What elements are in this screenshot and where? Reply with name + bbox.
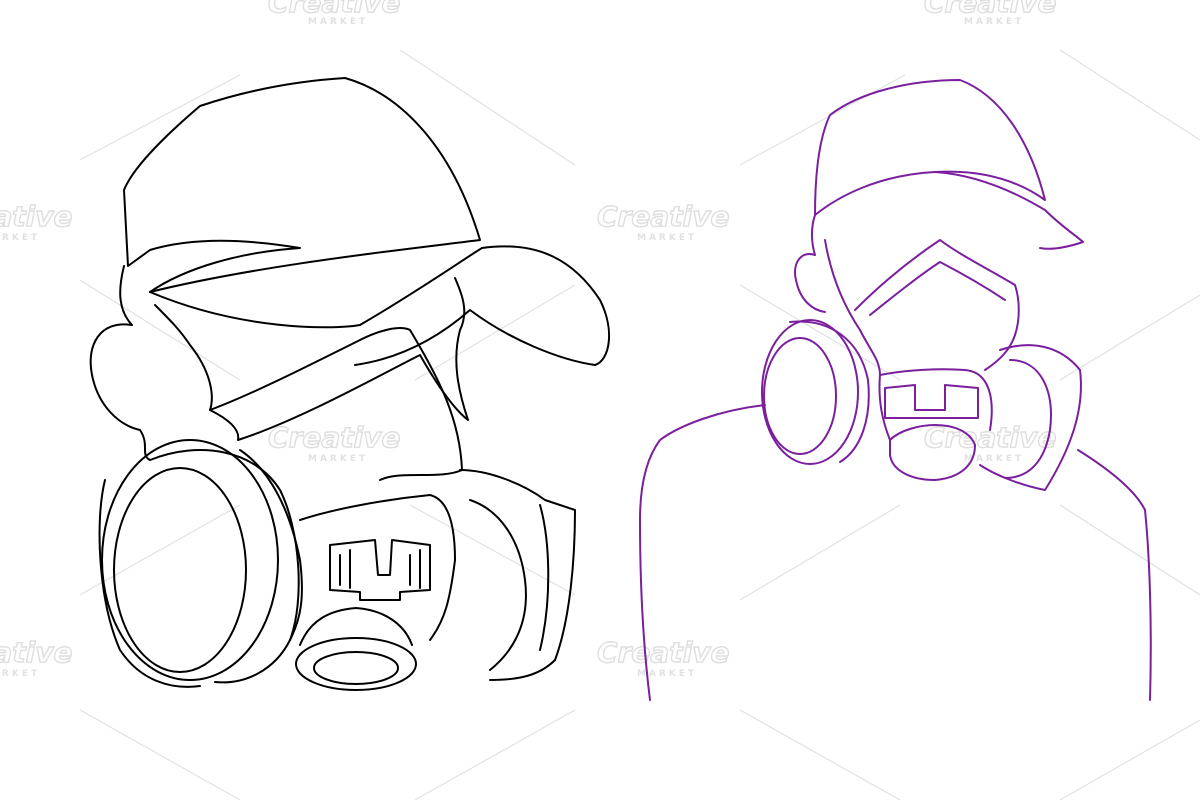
left-filter-outer [101, 439, 279, 681]
goggle [854, 239, 1020, 336]
watermark-line [399, 49, 576, 166]
watermark-brand: Creative [597, 636, 729, 669]
valve-top [329, 539, 431, 601]
right-shoulder [1077, 449, 1152, 701]
valve-bottom-inner [313, 651, 399, 685]
watermark-line [739, 504, 901, 601]
valve-top [884, 384, 979, 419]
watermark-line [414, 709, 576, 800]
watermark-logo: Creative MARKET [0, 199, 73, 243]
watermark-sub: MARKET [964, 17, 1024, 27]
watermark-logo: Creative MARKET [267, 0, 401, 27]
cap-crown [123, 77, 481, 293]
head-side [89, 265, 151, 461]
watermark-logos: Creative MARKET Creative MARKET Creative… [0, 0, 1057, 679]
watermark-line [1059, 504, 1200, 596]
watermark-brand: Creative [597, 200, 729, 233]
watermark-sub: MARKET [308, 454, 368, 464]
image-canvas: Creative MARKET Creative MARKET Creative… [0, 0, 1200, 800]
left-filter-back [789, 320, 870, 463]
cap-crown [814, 79, 1046, 216]
watermark-line [79, 709, 241, 800]
valve-bottom-outer [295, 637, 417, 691]
illustration-svg: Creative MARKET Creative MARKET Creative… [0, 0, 1200, 800]
watermark-line [409, 504, 576, 596]
watermark-line [1059, 294, 1200, 381]
watermark-logo: Creative MARKET [923, 0, 1057, 27]
left-filter-inner [763, 337, 837, 455]
head-side [794, 214, 826, 313]
watermark-logo: Creative MARKET [267, 420, 401, 464]
face-outline [824, 239, 1016, 376]
right-filter [459, 469, 576, 681]
watermark-sub: MARKET [308, 17, 368, 27]
valve-grill [339, 549, 421, 589]
watermark-brand: Creative [0, 200, 72, 233]
watermark-line [1059, 49, 1200, 141]
black-respirator-illustration [89, 77, 611, 691]
left-filter-outer [761, 319, 859, 465]
purple-respirator-illustration [639, 79, 1152, 701]
watermark-line [739, 74, 906, 166]
face-outline [154, 277, 469, 441]
watermark-line [739, 284, 901, 381]
watermark-brand: Creative [0, 636, 72, 669]
valve-stem [299, 607, 413, 646]
watermark-logo: Creative MARKET [0, 635, 73, 679]
watermark-sub: MARKET [0, 233, 40, 243]
left-filter-inner [113, 467, 247, 673]
watermark-logo: Creative MARKET [596, 199, 730, 243]
cap-brim [934, 171, 1084, 250]
watermark-line [1059, 719, 1200, 800]
watermark-sub: MARKET [0, 669, 40, 679]
watermark-sub: MARKET [637, 233, 697, 243]
watermark-brand: Creative [268, 421, 400, 454]
watermark-line [739, 709, 901, 800]
right-filter [979, 344, 1082, 491]
watermark-line [79, 74, 241, 161]
watermark-logo: Creative MARKET [596, 635, 730, 679]
left-filter-back [98, 449, 300, 688]
